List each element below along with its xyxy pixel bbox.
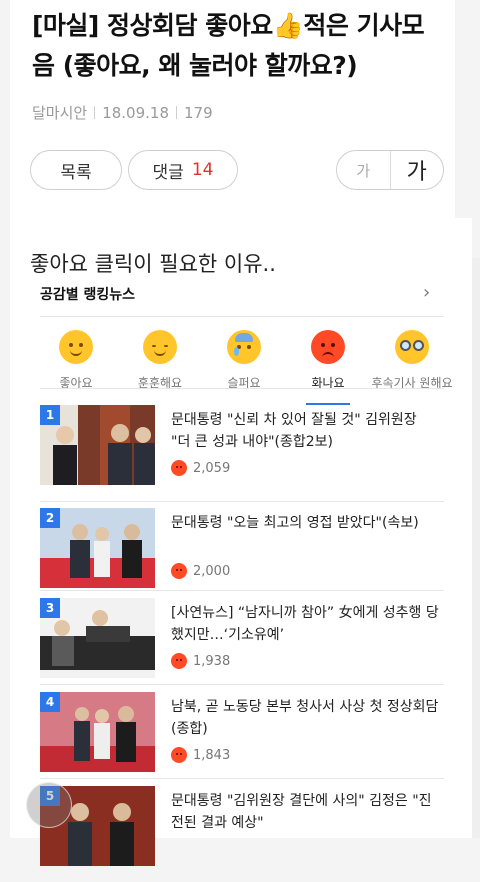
comment-button[interactable]: 댓글 14 [128,150,238,190]
meta-divider [94,106,96,119]
news-item[interactable]: 4 남북, 곧 노동당 본부 청사서 사상 첫 정상회담(종합) 1,843 [40,692,444,788]
reaction-tab-follow-up[interactable]: 후속기사 원해요 [370,330,454,391]
reaction-tab-warm[interactable]: 훈훈해요 [118,330,202,391]
news-thumbnail: 2 [40,508,155,588]
angry-face-icon [171,460,187,476]
reaction-tab-angry[interactable]: 화나요 [286,330,370,405]
scrollbar[interactable] [472,258,480,838]
rank-badge: 3 [40,598,60,618]
news-thumbnail: 4 [40,692,155,772]
angry-count: 1,938 [193,653,231,669]
font-size-toggle: 가 가 [336,150,444,190]
reaction-count: 1,938 [171,653,230,669]
thumbs-up-icon: 👍 [272,11,304,40]
post-date: 18.09.18 [102,104,169,122]
angry-count: 2,000 [193,563,231,579]
reaction-count: 1,843 [171,747,230,763]
ranking-news-title[interactable]: 공감별 랭킹뉴스 [40,284,135,304]
article-meta: 달마시안 18.09.18 179 [32,102,213,123]
news-thumbnail: 1 [40,405,155,485]
font-size-small-button[interactable]: 가 [337,151,391,189]
glasses-face-icon [395,330,429,364]
angry-face-icon [171,747,187,763]
like-face-icon [59,330,93,364]
chevron-right-icon[interactable]: › [423,282,430,303]
news-headline: 남북, 곧 노동당 본부 청사서 사상 첫 정상회담(종합) [171,699,439,737]
divider [40,684,444,685]
reaction-tab-sad[interactable]: 슬퍼요 [202,330,286,391]
reaction-tab-like[interactable]: 좋아요 [34,330,118,391]
divider [40,388,444,389]
view-count: 179 [184,104,213,122]
comment-count: 14 [191,160,214,180]
article-header: [마실] 정상회담 좋아요👍적은 기사모음 (좋아요, 왜 눌러야 할까요?) … [10,0,455,218]
meta-divider [176,106,177,119]
list-button[interactable]: 목록 [30,150,122,190]
divider [40,316,444,317]
reaction-count: 2,000 [171,563,230,579]
rank-badge: 2 [40,508,60,528]
sad-face-icon [227,330,261,364]
angry-face-icon [311,330,345,364]
list-button-label: 목록 [60,162,92,183]
angry-face-icon [171,653,187,669]
news-headline: 문대통령 "신뢰 차 있어 잘될 것" 김위원장 "더 큰 성과 내야"(종합2… [171,412,417,450]
reaction-count: 2,059 [171,460,230,476]
title-text-start: [마실] 정상회담 좋아요 [32,11,273,40]
angry-count: 1,843 [193,747,231,763]
news-headline: 문대통령 "오늘 최고의 영접 받았다"(속보) [171,515,419,531]
news-item[interactable]: 1 문대통령 "신뢰 차 있어 잘될 것" 김위원장 "더 큰 성과 내야"(종… [40,405,444,501]
author: 달마시안 [32,104,88,122]
divider [40,501,444,502]
divider [40,778,444,779]
news-thumbnail: 3 [40,598,155,678]
news-headline: 문대통령 "김위원장 결단에 사의" 김정은 "진전된 결과 예상" [171,793,432,831]
font-size-large-button[interactable]: 가 [391,151,444,189]
angry-face-icon [171,563,187,579]
rank-badge: 4 [40,692,60,712]
comment-label: 댓글 [152,162,184,183]
article-title: [마실] 정상회담 좋아요👍적은 기사모음 (좋아요, 왜 눌러야 할까요?) [32,6,442,86]
news-headline: [사연뉴스] “남자니까 참아” 女에게 성추행 당했지만…‘기소유예’ [171,605,439,643]
angry-count: 2,059 [193,460,231,476]
divider [40,590,444,591]
article-body: 좋아요 클릭이 필요한 이유.. 공감별 랭킹뉴스 › 좋아요 훈훈해요 슬퍼요 [10,218,472,866]
warm-face-icon [143,330,177,364]
news-item[interactable]: 5 문대통령 "김위원장 결단에 사의" 김정은 "진전된 결과 예상" [40,786,444,882]
floating-action-button[interactable] [26,782,72,828]
news-item[interactable]: 3 [사연뉴스] “남자니까 참아” 女에게 성추행 당했지만…‘기소유예’ 1… [40,598,444,694]
reaction-tabs: 좋아요 훈훈해요 슬퍼요 화나요 후속기사 원해요 [34,330,454,405]
intro-text: 좋아요 클릭이 필요한 이유.. [30,252,276,276]
rank-badge: 1 [40,405,60,425]
